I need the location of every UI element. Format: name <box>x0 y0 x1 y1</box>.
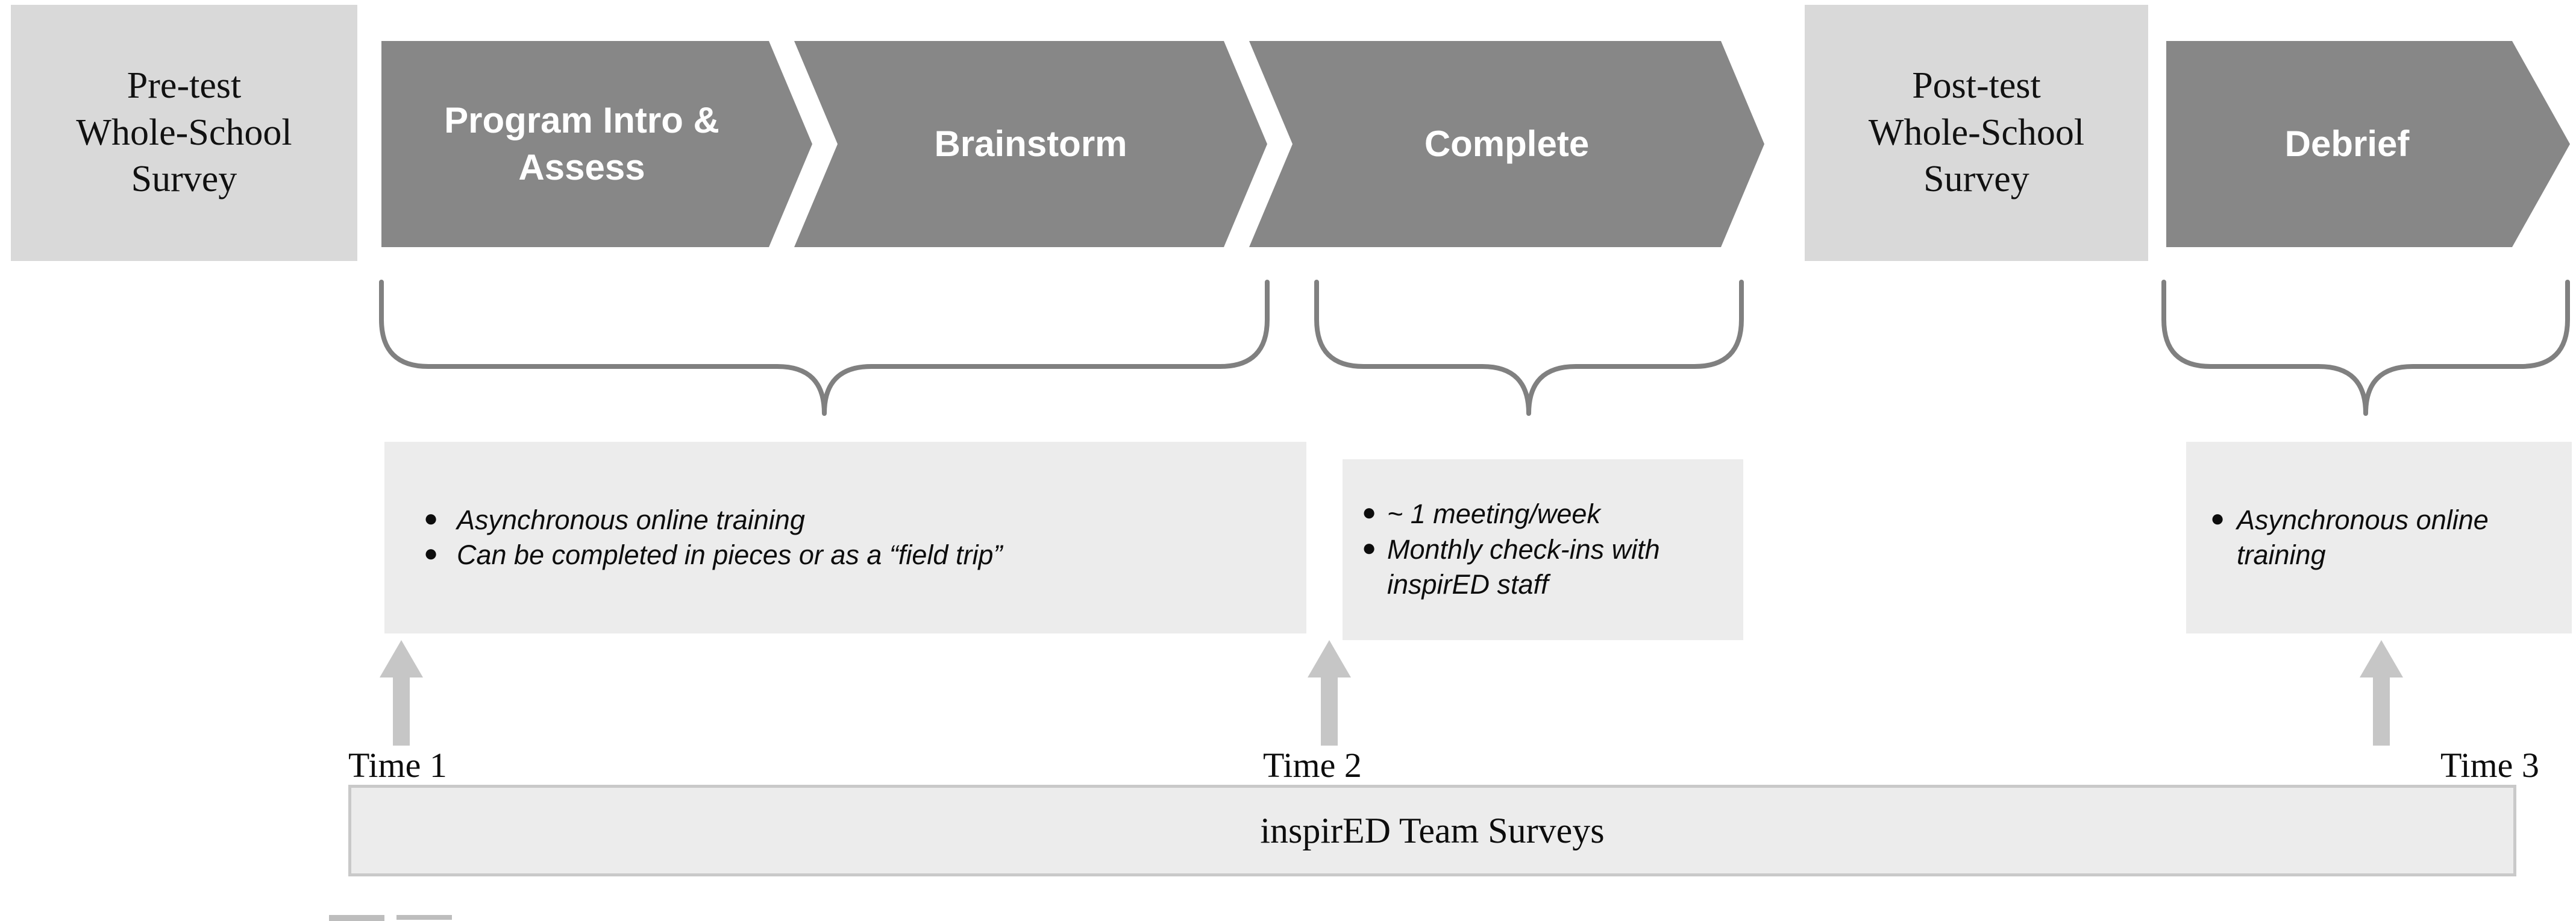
note-box-complete: ● ~ 1 meeting/week ● Monthly check-ins w… <box>1343 459 1743 640</box>
bullet-icon: ● <box>1362 499 1377 526</box>
pre-test-survey-label: Pre-test Whole-School Survey <box>76 65 292 200</box>
time-label-3: Time 3 <box>2440 746 2539 785</box>
stage-chevron-complete: Complete <box>1249 41 1764 247</box>
list-item: ● Asynchronous online training <box>424 503 1282 538</box>
note-box-debrief: ● Asynchronous online training <box>2186 442 2572 633</box>
list-item: ● Can be completed in pieces or as a “fi… <box>424 538 1282 573</box>
up-arrow-icon-time-2 <box>1308 640 1351 746</box>
stage-label-program-intro-assess: Program Intro & Assess <box>444 100 719 187</box>
up-arrow-icon-time-1 <box>380 640 423 746</box>
note-text: Asynchronous online training <box>457 504 805 535</box>
note-list-1: ● Asynchronous online training ● Can be … <box>424 503 1282 573</box>
stage-chevron-brainstorm: Brainstorm <box>794 41 1267 247</box>
stage-label-brainstorm: Brainstorm <box>934 124 1127 164</box>
bullet-icon: ● <box>1362 534 1377 561</box>
inspired-team-surveys-label: inspirED Team Surveys <box>1260 810 1605 850</box>
note-list-2: ● ~ 1 meeting/week ● Monthly check-ins w… <box>1362 497 1730 603</box>
list-item: ● Monthly check-ins with inspirED staff <box>1362 532 1730 603</box>
stage-label-complete: Complete <box>1424 124 1590 164</box>
up-arrow-icon-time-3 <box>2360 640 2403 746</box>
post-test-survey-box: Post-test Whole-School Survey <box>1805 5 2148 261</box>
timeline-diagram: Pre-test Whole-School Survey Program Int… <box>0 0 2576 921</box>
stage-chevron-debrief: Debrief <box>2166 41 2570 247</box>
list-item: ● ~ 1 meeting/week <box>1362 497 1730 532</box>
note-text: ~ 1 meeting/week <box>1387 498 1600 530</box>
curly-brace-icon-2 <box>1314 280 1744 416</box>
curly-brace-icon-1 <box>378 280 1270 416</box>
inspired-team-surveys-bar: inspirED Team Surveys <box>348 785 2516 876</box>
post-test-survey-label: Post-test Whole-School Survey <box>1868 65 2085 200</box>
time-label-2: Time 2 <box>1263 746 1362 785</box>
time-label-1: Time 1 <box>348 746 447 785</box>
cropped-shape-fragment-left <box>329 915 384 921</box>
note-text: Can be completed in pieces or as a “fiel… <box>457 539 1003 570</box>
note-box-intro-assess-brainstorm: ● Asynchronous online training ● Can be … <box>384 442 1306 633</box>
list-item: ● Asynchronous online training <box>2210 503 2554 573</box>
note-text: Monthly check-ins with inspirED staff <box>1387 533 1660 600</box>
pre-test-survey-box: Pre-test Whole-School Survey <box>11 5 357 261</box>
note-text: Asynchronous online training <box>2237 504 2489 571</box>
cropped-shape-fragment-right <box>396 915 452 920</box>
bullet-icon: ● <box>424 540 439 567</box>
stage-label-debrief: Debrief <box>2284 124 2410 164</box>
curly-brace-icon-3 <box>2161 280 2571 416</box>
bullet-icon: ● <box>2210 505 2225 532</box>
note-list-3: ● Asynchronous online training <box>2210 503 2554 573</box>
bullet-icon: ● <box>424 505 439 532</box>
stage-chevron-program-intro-assess: Program Intro & Assess <box>381 41 812 247</box>
